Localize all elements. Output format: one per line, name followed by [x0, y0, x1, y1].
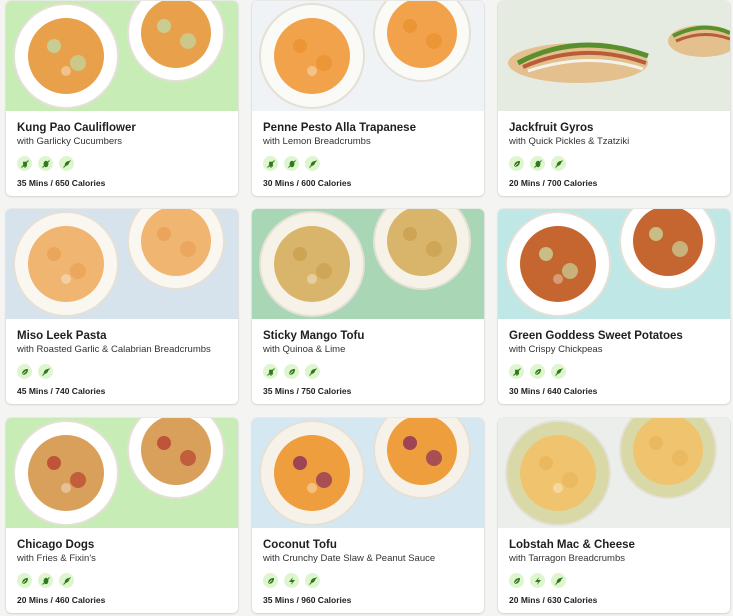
- recipe-time-calories: 20 Mins / 630 Calories: [509, 595, 598, 605]
- recipe-info: Miso Leek Pasta with Roasted Garlic & Cal…: [6, 319, 238, 404]
- recipe-photo[interactable]: [6, 209, 238, 319]
- recipe-time-calories: 20 Mins / 700 Calories: [509, 178, 598, 188]
- recipe-title[interactable]: Lobstah Mac & Cheese: [509, 538, 720, 552]
- recipe-grid: Kung Pao Cauliflower with Garlicky Cucumb…: [0, 0, 733, 616]
- recipe-time-calories: 45 Mins / 740 Calories: [17, 386, 106, 396]
- leaf-icon: [17, 573, 32, 588]
- no-gluten-icon: [17, 156, 32, 171]
- recipe-info: Jackfruit Gyros with Quick Pickles & Tzat…: [498, 111, 730, 196]
- recipe-subtitle: with Quick Pickles & Tzatziki: [509, 136, 630, 147]
- recipe-card[interactable]: Lobstah Mac & Cheese with Tarragon Breadc…: [498, 418, 730, 613]
- recipe-subtitle: with Crispy Chickpeas: [509, 344, 603, 355]
- recipe-time-calories: 30 Mins / 640 Calories: [509, 386, 598, 396]
- recipe-card[interactable]: Chicago Dogs with Fries & Fixin's 20 Mins …: [6, 418, 238, 613]
- dietary-tags: [17, 364, 228, 379]
- no-soy-icon: [59, 573, 74, 588]
- no-nuts-icon: [530, 156, 545, 171]
- dietary-tags: [17, 156, 228, 171]
- recipe-info: Chicago Dogs with Fries & Fixin's 20 Mins …: [6, 528, 238, 613]
- recipe-title[interactable]: Chicago Dogs: [17, 538, 228, 552]
- no-nuts-icon: [284, 156, 299, 171]
- recipe-card[interactable]: Green Goddess Sweet Potatoes with Crispy …: [498, 209, 730, 404]
- recipe-card[interactable]: Kung Pao Cauliflower with Garlicky Cucumb…: [6, 1, 238, 196]
- recipe-photo[interactable]: [498, 418, 730, 528]
- no-soy-icon: [551, 573, 566, 588]
- no-nuts-icon: [38, 573, 53, 588]
- dietary-tags: [509, 156, 720, 171]
- recipe-info: Penne Pesto Alla Trapanese with Lemon Bre…: [252, 111, 484, 196]
- recipe-info: Sticky Mango Tofu with Quinoa & Lime 35 Mi…: [252, 319, 484, 404]
- recipe-subtitle: with Lemon Breadcrumbs: [263, 136, 371, 147]
- no-soy-icon: [59, 156, 74, 171]
- recipe-card[interactable]: Coconut Tofu with Crunchy Date Slaw & Pea…: [252, 418, 484, 613]
- recipe-time-calories: 35 Mins / 650 Calories: [17, 178, 106, 188]
- recipe-subtitle: with Quinoa & Lime: [263, 344, 346, 355]
- recipe-title[interactable]: Miso Leek Pasta: [17, 329, 228, 343]
- recipe-info: Coconut Tofu with Crunchy Date Slaw & Pea…: [252, 528, 484, 613]
- recipe-info: Kung Pao Cauliflower with Garlicky Cucumb…: [6, 111, 238, 196]
- dietary-tags: [263, 573, 474, 588]
- leaf-icon: [17, 364, 32, 379]
- no-gluten-icon: [263, 364, 278, 379]
- no-soy-icon: [305, 156, 320, 171]
- recipe-time-calories: 35 Mins / 960 Calories: [263, 595, 352, 605]
- leaf-icon: [284, 364, 299, 379]
- no-soy-icon: [38, 364, 53, 379]
- recipe-info: Green Goddess Sweet Potatoes with Crispy …: [498, 319, 730, 404]
- recipe-subtitle: with Garlicky Cucumbers: [17, 136, 123, 147]
- recipe-photo[interactable]: [6, 1, 238, 111]
- recipe-photo[interactable]: [498, 209, 730, 319]
- recipe-title[interactable]: Kung Pao Cauliflower: [17, 121, 228, 135]
- dietary-tags: [509, 364, 720, 379]
- recipe-title[interactable]: Sticky Mango Tofu: [263, 329, 474, 343]
- recipe-title[interactable]: Penne Pesto Alla Trapanese: [263, 121, 474, 135]
- recipe-photo[interactable]: [6, 418, 238, 528]
- dietary-tags: [17, 573, 228, 588]
- recipe-photo[interactable]: [252, 1, 484, 111]
- recipe-card[interactable]: Penne Pesto Alla Trapanese with Lemon Bre…: [252, 1, 484, 196]
- recipe-card[interactable]: Sticky Mango Tofu with Quinoa & Lime 35 Mi…: [252, 209, 484, 404]
- dietary-tags: [263, 364, 474, 379]
- recipe-subtitle: with Fries & Fixin's: [17, 553, 96, 564]
- no-soy-icon: [551, 156, 566, 171]
- recipe-subtitle: with Roasted Garlic & Calabrian Breadcru…: [17, 344, 211, 355]
- leaf-icon: [509, 156, 524, 171]
- bolt-icon: [284, 573, 299, 588]
- recipe-photo[interactable]: [252, 418, 484, 528]
- recipe-title[interactable]: Coconut Tofu: [263, 538, 474, 552]
- recipe-photo[interactable]: [498, 1, 730, 111]
- no-gluten-icon: [263, 156, 278, 171]
- recipe-title[interactable]: Green Goddess Sweet Potatoes: [509, 329, 720, 343]
- bolt-icon: [530, 573, 545, 588]
- dietary-tags: [263, 156, 474, 171]
- recipe-photo[interactable]: [252, 209, 484, 319]
- no-soy-icon: [551, 364, 566, 379]
- no-gluten-icon: [509, 364, 524, 379]
- no-nuts-icon: [38, 156, 53, 171]
- recipe-time-calories: 35 Mins / 750 Calories: [263, 386, 352, 396]
- recipe-card[interactable]: Jackfruit Gyros with Quick Pickles & Tzat…: [498, 1, 730, 196]
- no-soy-icon: [305, 364, 320, 379]
- recipe-title[interactable]: Jackfruit Gyros: [509, 121, 720, 135]
- recipe-time-calories: 30 Mins / 600 Calories: [263, 178, 352, 188]
- leaf-icon: [530, 364, 545, 379]
- recipe-subtitle: with Tarragon Breadcrumbs: [509, 553, 625, 564]
- recipe-subtitle: with Crunchy Date Slaw & Peanut Sauce: [263, 553, 436, 564]
- recipe-time-calories: 20 Mins / 460 Calories: [17, 595, 106, 605]
- no-soy-icon: [305, 573, 320, 588]
- leaf-icon: [509, 573, 524, 588]
- dietary-tags: [509, 573, 720, 588]
- recipe-card[interactable]: Miso Leek Pasta with Roasted Garlic & Cal…: [6, 209, 238, 404]
- leaf-icon: [263, 573, 278, 588]
- recipe-info: Lobstah Mac & Cheese with Tarragon Breadc…: [498, 528, 730, 613]
